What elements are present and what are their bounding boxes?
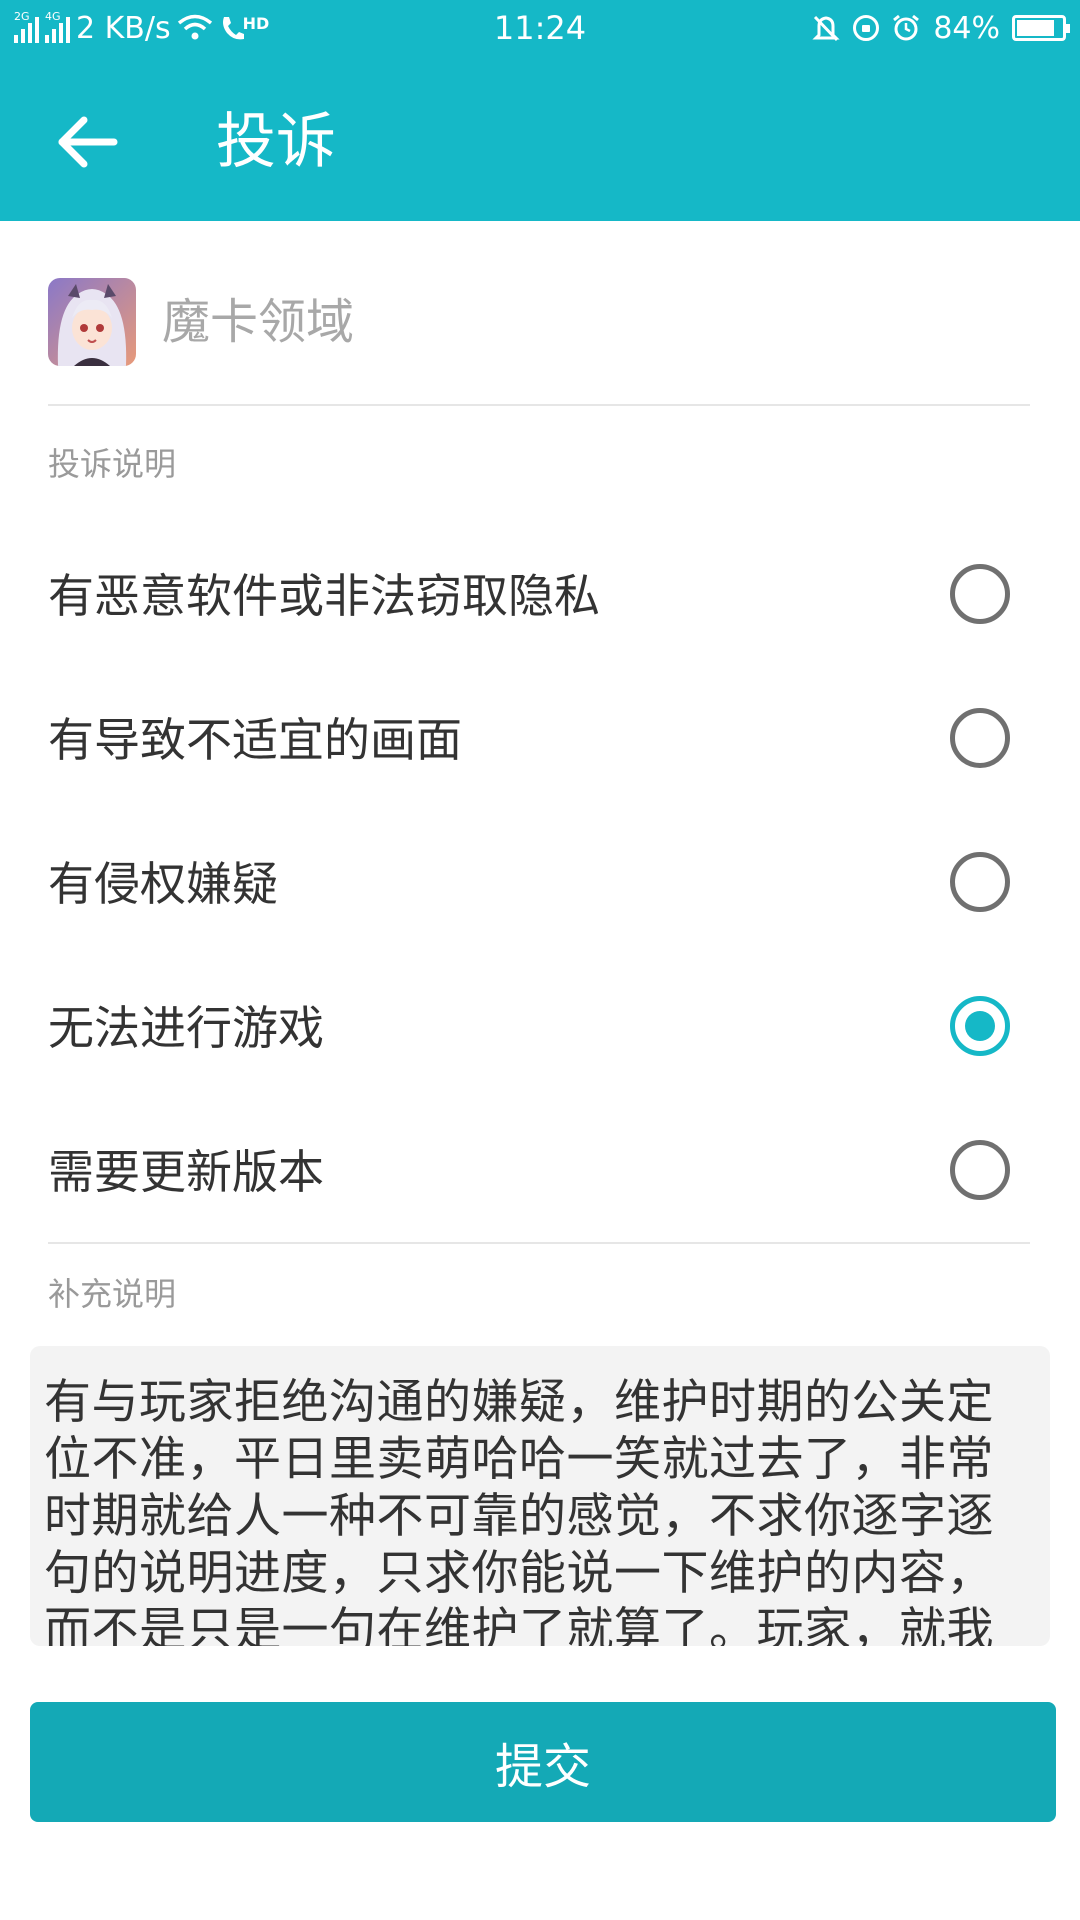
option-cannot-play[interactable]: 无法进行游戏 — [0, 954, 1080, 1098]
supplement-textarea[interactable]: 有与玩家拒绝沟通的嫌疑，维护时期的公关定位不准，平日里卖萌哈哈一笑就过去了，非常… — [30, 1346, 1050, 1646]
option-malware[interactable]: 有恶意软件或非法窃取隐私 — [0, 522, 1080, 666]
radio-button[interactable] — [950, 852, 1010, 912]
option-inappropriate[interactable]: 有导致不适宜的画面 — [0, 666, 1080, 810]
radio-button[interactable] — [950, 1140, 1010, 1200]
complaint-section-label: 投诉说明 — [48, 445, 177, 483]
option-label: 无法进行游戏 — [48, 1001, 324, 1055]
option-label: 有侵权嫌疑 — [48, 857, 278, 911]
status-right: 84% — [811, 8, 1070, 48]
radio-button[interactable] — [950, 564, 1010, 624]
divider — [48, 404, 1030, 406]
option-needs-update[interactable]: 需要更新版本 — [0, 1098, 1080, 1242]
battery-percent: 84% — [933, 10, 1000, 46]
app-name: 魔卡领域 — [162, 294, 355, 350]
app-row: 魔卡领域 — [48, 278, 1028, 394]
radio-button[interactable] — [950, 708, 1010, 768]
alarm-icon — [893, 14, 920, 41]
app-avatar-icon — [48, 278, 136, 366]
option-infringement[interactable]: 有侵权嫌疑 — [0, 810, 1080, 954]
option-label: 需要更新版本 — [48, 1145, 324, 1199]
battery-icon — [1012, 15, 1070, 41]
rotation-lock-icon — [853, 15, 880, 41]
status-bar: 2G 4G 2 KB/s HD 11:24 84% — [0, 0, 1080, 56]
submit-button[interactable]: 提交 — [30, 1702, 1056, 1822]
app-bar: 投诉 — [0, 56, 1080, 221]
option-label: 有恶意软件或非法窃取隐私 — [48, 569, 600, 623]
arrow-left-icon[interactable] — [52, 104, 128, 180]
radio-button[interactable] — [950, 996, 1010, 1056]
page-title: 投诉 — [216, 107, 336, 177]
supplement-section-label: 补充说明 — [48, 1275, 177, 1313]
option-label: 有导致不适宜的画面 — [48, 713, 462, 767]
battery-level — [1017, 20, 1054, 36]
supplement-text: 有与玩家拒绝沟通的嫌疑，维护时期的公关定位不准，平日里卖萌哈哈一笑就过去了，非常… — [44, 1375, 994, 1646]
bell-off-icon — [812, 15, 840, 42]
divider — [48, 1242, 1030, 1244]
submit-label: 提交 — [494, 1739, 591, 1795]
